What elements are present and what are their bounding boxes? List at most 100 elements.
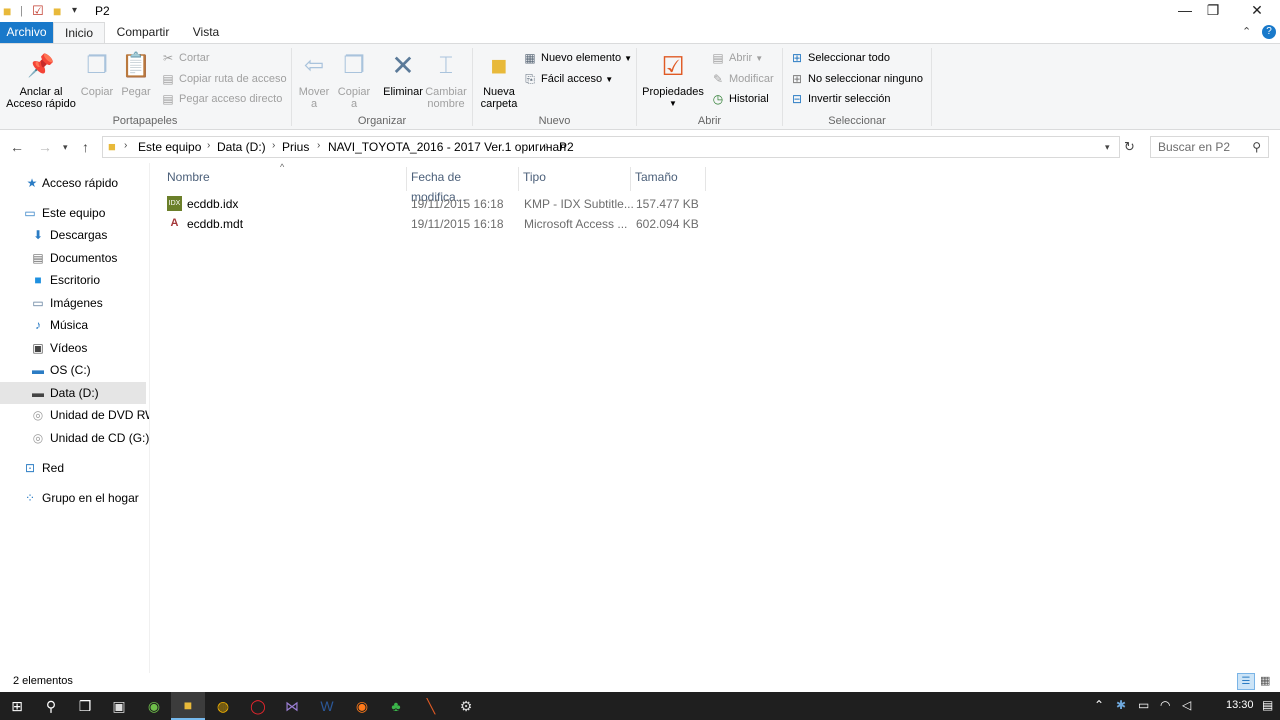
cut-button[interactable]: ✂ Cortar bbox=[160, 49, 210, 67]
forward-arrow-icon[interactable]: → bbox=[38, 139, 52, 155]
copy-button[interactable]: ❐ Copiar bbox=[80, 50, 114, 99]
new-folder-button[interactable]: ■ Nueva carpeta bbox=[478, 50, 520, 111]
clock[interactable]: 13:30 bbox=[1226, 699, 1254, 711]
volume-icon[interactable]: ◁ bbox=[1182, 698, 1191, 712]
file-row[interactable]: IDX ecddb.idx 19/11/2015 16:18 KMP - IDX… bbox=[162, 194, 706, 214]
app-icon[interactable]: ⚙ bbox=[449, 692, 483, 720]
paste-shortcut-button[interactable]: ▤ Pegar acceso directo bbox=[160, 90, 282, 108]
chevron-right-icon[interactable]: › bbox=[207, 140, 210, 151]
browser-icon[interactable]: ◉ bbox=[137, 692, 171, 720]
new-folder-icon[interactable]: ■ bbox=[53, 3, 61, 19]
folder-icon: ■ bbox=[108, 139, 116, 154]
sidebar-item-dvd-rw[interactable]: ◎ Unidad de DVD RW bbox=[0, 404, 157, 426]
breadcrumb-data-d[interactable]: Data (D:) bbox=[217, 140, 266, 154]
customize-qa-icon[interactable]: ▾ bbox=[72, 3, 77, 19]
column-header-date[interactable]: Fecha de modifica... bbox=[407, 167, 519, 204]
tab-inicio[interactable]: Inicio bbox=[53, 22, 105, 44]
bluetooth-icon[interactable]: ✱ bbox=[1116, 698, 1126, 712]
chevron-right-icon[interactable]: › bbox=[272, 140, 275, 151]
sidebar-item-videos[interactable]: ▣ Vídeos bbox=[0, 337, 146, 359]
invert-selection-button[interactable]: ⊟ Invertir selección bbox=[789, 90, 891, 108]
visual-studio-icon[interactable]: ⋈ bbox=[275, 692, 309, 720]
sidebar-item-descargas[interactable]: ⬇ Descargas bbox=[0, 224, 146, 246]
select-none-button[interactable]: ⊞ No seleccionar ninguno bbox=[789, 70, 923, 88]
new-item-button[interactable]: ▦ Nuevo elemento ▼ bbox=[522, 49, 632, 67]
address-dropdown-icon[interactable]: ▾ bbox=[1105, 142, 1110, 153]
details-view-icon[interactable]: ☰ bbox=[1237, 673, 1255, 690]
refresh-icon[interactable]: ↻ bbox=[1124, 139, 1135, 155]
chrome-icon[interactable]: ◍ bbox=[206, 692, 240, 720]
edit-button[interactable]: ✎ Modificar bbox=[710, 70, 774, 88]
word-icon[interactable]: W bbox=[310, 692, 344, 720]
chevron-right-icon[interactable]: › bbox=[545, 140, 548, 151]
column-header-type[interactable]: Tipo bbox=[519, 167, 631, 191]
breadcrumb-navi-toyota[interactable]: NAVI_TOYOTA_2016 - 2017 Ver.1 оригинал bbox=[328, 140, 566, 154]
file-date: 19/11/2015 16:18 bbox=[411, 197, 504, 211]
properties-icon[interactable]: ☑ bbox=[32, 3, 44, 19]
column-header-name[interactable]: Nombre bbox=[163, 167, 407, 191]
sidebar-item-os-c[interactable]: ▬ OS (C:) bbox=[0, 359, 146, 381]
sidebar-item-documentos[interactable]: ▤ Documentos bbox=[0, 247, 146, 269]
sidebar-item-data-d[interactable]: ▬ Data (D:) bbox=[0, 382, 146, 404]
tool-icon[interactable]: ╲ bbox=[414, 692, 448, 720]
invert-selection-icon: ⊟ bbox=[791, 92, 803, 107]
sidebar-item-grupo-hogar[interactable]: ⁘ Grupo en el hogar bbox=[0, 487, 146, 509]
media-player-icon[interactable]: ▣ bbox=[102, 692, 136, 720]
copy-to-icon: ❐ bbox=[343, 52, 365, 79]
paste-shortcut-icon: ▤ bbox=[162, 92, 174, 107]
recent-locations-icon[interactable]: ▾ bbox=[63, 142, 68, 153]
rename-button[interactable]: ⌶ Cambiar nombre bbox=[424, 50, 468, 111]
pin-quick-access-button[interactable]: 📌 Anclar al Acceso rápido bbox=[4, 50, 78, 111]
open-icon: ▤ bbox=[712, 51, 724, 66]
sidebar-item-escritorio[interactable]: ■ Escritorio bbox=[0, 269, 146, 291]
tray-chevron-icon[interactable]: ⌃ bbox=[1094, 698, 1104, 712]
large-icons-view-icon[interactable]: ▦ bbox=[1260, 674, 1270, 687]
copy-to-button[interactable]: ❐ Copiar a bbox=[336, 50, 372, 111]
easy-access-button[interactable]: ⎘ Fácil acceso ▼ bbox=[522, 70, 613, 88]
file-size: 157.477 KB bbox=[636, 197, 699, 211]
tab-compartir[interactable]: Compartir bbox=[110, 22, 176, 44]
up-arrow-icon[interactable]: ↑ bbox=[82, 139, 89, 155]
delete-button[interactable]: ✕ Eliminar bbox=[380, 50, 426, 99]
properties-button[interactable]: ☑ Propiedades ▼ bbox=[640, 50, 706, 110]
breadcrumb-p2[interactable]: P2 bbox=[559, 140, 574, 154]
search-icon[interactable]: ⚲ bbox=[34, 692, 68, 720]
file-row[interactable]: A ecddb.mdt 19/11/2015 16:18 Microsoft A… bbox=[162, 214, 706, 234]
sidebar-item-imagenes[interactable]: ▭ Imágenes bbox=[0, 292, 146, 314]
file-explorer-icon[interactable]: ■ bbox=[171, 692, 205, 720]
collapse-ribbon-icon[interactable]: ⌃ bbox=[1242, 25, 1251, 38]
back-arrow-icon[interactable]: ← bbox=[10, 139, 24, 155]
sidebar-item-acceso-rapido[interactable]: ★ Acceso rápido bbox=[0, 172, 146, 194]
select-none-icon: ⊞ bbox=[791, 72, 803, 87]
task-view-icon[interactable]: ❒ bbox=[68, 692, 102, 720]
app-icon[interactable]: ♣ bbox=[379, 692, 413, 720]
chevron-right-icon[interactable]: › bbox=[124, 140, 127, 151]
help-icon[interactable]: ? bbox=[1262, 25, 1276, 39]
breadcrumb-este-equipo[interactable]: Este equipo bbox=[138, 140, 201, 154]
opera-icon[interactable]: ◯ bbox=[241, 692, 275, 720]
address-bar[interactable]: ■ › Este equipo › Data (D:) › Prius › NA… bbox=[102, 136, 1120, 158]
tab-archivo[interactable]: Archivo bbox=[0, 22, 53, 44]
column-header-size[interactable]: Tamaño bbox=[631, 167, 706, 191]
search-input[interactable]: Buscar en P2 ⚲ bbox=[1150, 136, 1269, 158]
sidebar-item-musica[interactable]: ♪ Música bbox=[0, 314, 146, 336]
copy-path-button[interactable]: ▤ Copiar ruta de acceso bbox=[160, 70, 286, 88]
sidebar-item-cd-g[interactable]: ◎ Unidad de CD (G:) bbox=[0, 427, 150, 449]
select-all-button[interactable]: ⊞ Seleccionar todo bbox=[789, 49, 890, 67]
chevron-right-icon[interactable]: › bbox=[317, 140, 320, 151]
move-to-button[interactable]: ⇦ Mover a bbox=[296, 50, 332, 111]
maximize-button[interactable]: ❐ bbox=[1190, 0, 1236, 22]
firefox-icon[interactable]: ◉ bbox=[345, 692, 379, 720]
sidebar-item-red[interactable]: ⊡ Red bbox=[0, 457, 146, 479]
open-button[interactable]: ▤ Abrir ▼ bbox=[710, 49, 763, 67]
paste-button[interactable]: 📋 Pegar bbox=[120, 50, 152, 99]
tab-vista[interactable]: Vista bbox=[182, 22, 230, 44]
history-button[interactable]: ◷ Historial bbox=[710, 90, 769, 108]
start-windows-icon[interactable]: ⊞ bbox=[0, 692, 34, 720]
close-button[interactable]: ✕ bbox=[1234, 0, 1280, 22]
sidebar-item-este-equipo[interactable]: ▭ Este equipo bbox=[0, 202, 146, 224]
battery-icon[interactable]: ▭ bbox=[1138, 698, 1149, 712]
notification-icon[interactable]: ▤ bbox=[1262, 698, 1273, 712]
breadcrumb-prius[interactable]: Prius bbox=[282, 140, 309, 154]
wifi-icon[interactable]: ◠ bbox=[1160, 698, 1170, 712]
